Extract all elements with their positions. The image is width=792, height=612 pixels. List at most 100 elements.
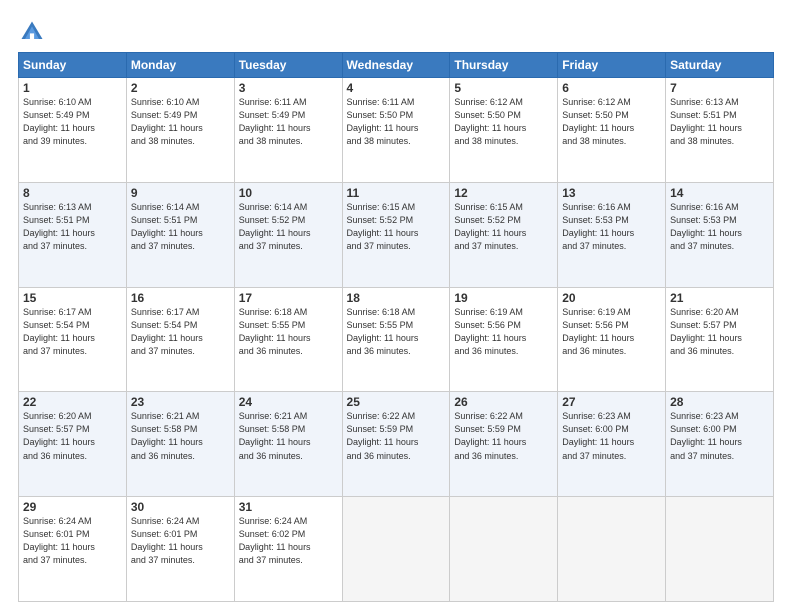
day-info: Sunrise: 6:23 AMSunset: 6:00 PMDaylight:… bbox=[562, 410, 661, 462]
day-number: 19 bbox=[454, 291, 553, 305]
day-info: Sunrise: 6:19 AMSunset: 5:56 PMDaylight:… bbox=[562, 306, 661, 358]
weekday-header-wednesday: Wednesday bbox=[342, 53, 450, 78]
day-number: 27 bbox=[562, 395, 661, 409]
weekday-header-row: SundayMondayTuesdayWednesdayThursdayFrid… bbox=[19, 53, 774, 78]
day-number: 15 bbox=[23, 291, 122, 305]
calendar-day-5: 5Sunrise: 6:12 AMSunset: 5:50 PMDaylight… bbox=[450, 78, 558, 183]
day-number: 28 bbox=[670, 395, 769, 409]
page: SundayMondayTuesdayWednesdayThursdayFrid… bbox=[0, 0, 792, 612]
day-number: 22 bbox=[23, 395, 122, 409]
day-info: Sunrise: 6:22 AMSunset: 5:59 PMDaylight:… bbox=[454, 410, 553, 462]
day-info: Sunrise: 6:24 AMSunset: 6:01 PMDaylight:… bbox=[23, 515, 122, 567]
day-number: 20 bbox=[562, 291, 661, 305]
day-info: Sunrise: 6:19 AMSunset: 5:56 PMDaylight:… bbox=[454, 306, 553, 358]
calendar-day-8: 8Sunrise: 6:13 AMSunset: 5:51 PMDaylight… bbox=[19, 182, 127, 287]
day-number: 7 bbox=[670, 81, 769, 95]
week-row-2: 8Sunrise: 6:13 AMSunset: 5:51 PMDaylight… bbox=[19, 182, 774, 287]
calendar-day-2: 2Sunrise: 6:10 AMSunset: 5:49 PMDaylight… bbox=[126, 78, 234, 183]
weekday-header-friday: Friday bbox=[558, 53, 666, 78]
day-info: Sunrise: 6:16 AMSunset: 5:53 PMDaylight:… bbox=[670, 201, 769, 253]
day-info: Sunrise: 6:16 AMSunset: 5:53 PMDaylight:… bbox=[562, 201, 661, 253]
day-info: Sunrise: 6:13 AMSunset: 5:51 PMDaylight:… bbox=[670, 96, 769, 148]
calendar-day-15: 15Sunrise: 6:17 AMSunset: 5:54 PMDayligh… bbox=[19, 287, 127, 392]
week-row-5: 29Sunrise: 6:24 AMSunset: 6:01 PMDayligh… bbox=[19, 497, 774, 602]
week-row-4: 22Sunrise: 6:20 AMSunset: 5:57 PMDayligh… bbox=[19, 392, 774, 497]
calendar-day-12: 12Sunrise: 6:15 AMSunset: 5:52 PMDayligh… bbox=[450, 182, 558, 287]
day-info: Sunrise: 6:17 AMSunset: 5:54 PMDaylight:… bbox=[131, 306, 230, 358]
weekday-header-saturday: Saturday bbox=[666, 53, 774, 78]
calendar-day-empty bbox=[558, 497, 666, 602]
day-info: Sunrise: 6:12 AMSunset: 5:50 PMDaylight:… bbox=[454, 96, 553, 148]
day-number: 18 bbox=[347, 291, 446, 305]
day-info: Sunrise: 6:21 AMSunset: 5:58 PMDaylight:… bbox=[239, 410, 338, 462]
calendar-day-9: 9Sunrise: 6:14 AMSunset: 5:51 PMDaylight… bbox=[126, 182, 234, 287]
calendar-day-3: 3Sunrise: 6:11 AMSunset: 5:49 PMDaylight… bbox=[234, 78, 342, 183]
day-number: 1 bbox=[23, 81, 122, 95]
weekday-header-thursday: Thursday bbox=[450, 53, 558, 78]
calendar-day-6: 6Sunrise: 6:12 AMSunset: 5:50 PMDaylight… bbox=[558, 78, 666, 183]
day-number: 14 bbox=[670, 186, 769, 200]
calendar-day-18: 18Sunrise: 6:18 AMSunset: 5:55 PMDayligh… bbox=[342, 287, 450, 392]
calendar-day-13: 13Sunrise: 6:16 AMSunset: 5:53 PMDayligh… bbox=[558, 182, 666, 287]
calendar-day-22: 22Sunrise: 6:20 AMSunset: 5:57 PMDayligh… bbox=[19, 392, 127, 497]
day-number: 21 bbox=[670, 291, 769, 305]
day-info: Sunrise: 6:24 AMSunset: 6:02 PMDaylight:… bbox=[239, 515, 338, 567]
calendar-day-21: 21Sunrise: 6:20 AMSunset: 5:57 PMDayligh… bbox=[666, 287, 774, 392]
day-number: 24 bbox=[239, 395, 338, 409]
day-info: Sunrise: 6:22 AMSunset: 5:59 PMDaylight:… bbox=[347, 410, 446, 462]
calendar-day-11: 11Sunrise: 6:15 AMSunset: 5:52 PMDayligh… bbox=[342, 182, 450, 287]
day-info: Sunrise: 6:18 AMSunset: 5:55 PMDaylight:… bbox=[239, 306, 338, 358]
day-info: Sunrise: 6:17 AMSunset: 5:54 PMDaylight:… bbox=[23, 306, 122, 358]
weekday-header-sunday: Sunday bbox=[19, 53, 127, 78]
day-info: Sunrise: 6:13 AMSunset: 5:51 PMDaylight:… bbox=[23, 201, 122, 253]
weekday-header-monday: Monday bbox=[126, 53, 234, 78]
day-info: Sunrise: 6:20 AMSunset: 5:57 PMDaylight:… bbox=[670, 306, 769, 358]
calendar-day-empty bbox=[342, 497, 450, 602]
calendar-day-26: 26Sunrise: 6:22 AMSunset: 5:59 PMDayligh… bbox=[450, 392, 558, 497]
day-number: 11 bbox=[347, 186, 446, 200]
day-info: Sunrise: 6:14 AMSunset: 5:52 PMDaylight:… bbox=[239, 201, 338, 253]
calendar-day-empty bbox=[666, 497, 774, 602]
calendar-day-29: 29Sunrise: 6:24 AMSunset: 6:01 PMDayligh… bbox=[19, 497, 127, 602]
calendar-day-20: 20Sunrise: 6:19 AMSunset: 5:56 PMDayligh… bbox=[558, 287, 666, 392]
week-row-1: 1Sunrise: 6:10 AMSunset: 5:49 PMDaylight… bbox=[19, 78, 774, 183]
day-info: Sunrise: 6:14 AMSunset: 5:51 PMDaylight:… bbox=[131, 201, 230, 253]
day-number: 5 bbox=[454, 81, 553, 95]
day-number: 6 bbox=[562, 81, 661, 95]
calendar-day-empty bbox=[450, 497, 558, 602]
day-number: 23 bbox=[131, 395, 230, 409]
calendar-table: SundayMondayTuesdayWednesdayThursdayFrid… bbox=[18, 52, 774, 602]
calendar-day-17: 17Sunrise: 6:18 AMSunset: 5:55 PMDayligh… bbox=[234, 287, 342, 392]
day-info: Sunrise: 6:20 AMSunset: 5:57 PMDaylight:… bbox=[23, 410, 122, 462]
day-info: Sunrise: 6:10 AMSunset: 5:49 PMDaylight:… bbox=[23, 96, 122, 148]
day-info: Sunrise: 6:15 AMSunset: 5:52 PMDaylight:… bbox=[454, 201, 553, 253]
day-number: 4 bbox=[347, 81, 446, 95]
calendar-day-1: 1Sunrise: 6:10 AMSunset: 5:49 PMDaylight… bbox=[19, 78, 127, 183]
day-number: 31 bbox=[239, 500, 338, 514]
calendar-day-19: 19Sunrise: 6:19 AMSunset: 5:56 PMDayligh… bbox=[450, 287, 558, 392]
calendar-day-4: 4Sunrise: 6:11 AMSunset: 5:50 PMDaylight… bbox=[342, 78, 450, 183]
logo bbox=[18, 18, 50, 46]
day-number: 30 bbox=[131, 500, 230, 514]
calendar-day-30: 30Sunrise: 6:24 AMSunset: 6:01 PMDayligh… bbox=[126, 497, 234, 602]
day-number: 17 bbox=[239, 291, 338, 305]
day-number: 3 bbox=[239, 81, 338, 95]
calendar-day-7: 7Sunrise: 6:13 AMSunset: 5:51 PMDaylight… bbox=[666, 78, 774, 183]
calendar-day-16: 16Sunrise: 6:17 AMSunset: 5:54 PMDayligh… bbox=[126, 287, 234, 392]
day-info: Sunrise: 6:23 AMSunset: 6:00 PMDaylight:… bbox=[670, 410, 769, 462]
calendar-day-25: 25Sunrise: 6:22 AMSunset: 5:59 PMDayligh… bbox=[342, 392, 450, 497]
day-number: 16 bbox=[131, 291, 230, 305]
calendar-day-27: 27Sunrise: 6:23 AMSunset: 6:00 PMDayligh… bbox=[558, 392, 666, 497]
day-number: 26 bbox=[454, 395, 553, 409]
logo-icon bbox=[18, 18, 46, 46]
calendar-day-28: 28Sunrise: 6:23 AMSunset: 6:00 PMDayligh… bbox=[666, 392, 774, 497]
calendar-day-24: 24Sunrise: 6:21 AMSunset: 5:58 PMDayligh… bbox=[234, 392, 342, 497]
day-info: Sunrise: 6:18 AMSunset: 5:55 PMDaylight:… bbox=[347, 306, 446, 358]
calendar-day-31: 31Sunrise: 6:24 AMSunset: 6:02 PMDayligh… bbox=[234, 497, 342, 602]
day-number: 10 bbox=[239, 186, 338, 200]
day-number: 9 bbox=[131, 186, 230, 200]
day-info: Sunrise: 6:12 AMSunset: 5:50 PMDaylight:… bbox=[562, 96, 661, 148]
week-row-3: 15Sunrise: 6:17 AMSunset: 5:54 PMDayligh… bbox=[19, 287, 774, 392]
day-number: 25 bbox=[347, 395, 446, 409]
day-number: 12 bbox=[454, 186, 553, 200]
